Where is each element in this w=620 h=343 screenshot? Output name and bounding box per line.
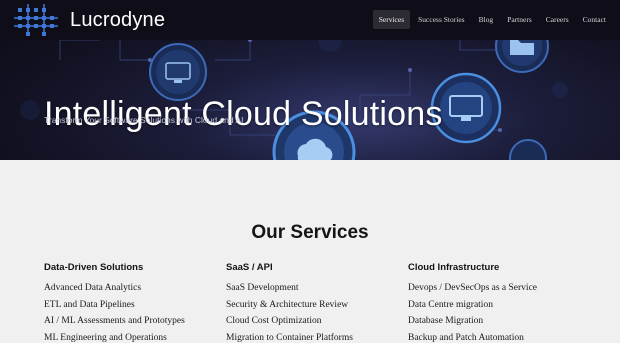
service-item[interactable]: Database Migration <box>408 313 588 330</box>
service-item[interactable]: Security & Architecture Review <box>226 297 406 314</box>
nav-item-contact[interactable]: Contact <box>577 10 612 29</box>
service-item[interactable]: ML Engineering and Operations <box>44 330 224 343</box>
nav-item-partners[interactable]: Partners <box>501 10 538 29</box>
service-item[interactable]: Migration to Container Platforms <box>226 330 406 343</box>
service-column-data: Data-Driven Solutions Advanced Data Anal… <box>44 262 224 343</box>
nav-item-services[interactable]: Services <box>372 10 411 29</box>
brand-name: Lucrodyne <box>70 8 166 31</box>
service-list: Advanced Data Analytics ETL and Data Pip… <box>44 280 224 343</box>
service-column-title: SaaS / API <box>226 262 273 273</box>
services-heading: Our Services <box>251 221 369 243</box>
service-column-saas: SaaS / API SaaS Development Security & A… <box>226 262 406 343</box>
brand-logo[interactable]: Lucrodyne <box>14 4 165 36</box>
nav-item-success-stories[interactable]: Success Stories <box>412 10 470 29</box>
main-nav: Services Success Stories Blog Partners C… <box>372 10 612 29</box>
service-column-cloud: Cloud Infrastructure Devops / DevSecOps … <box>408 262 588 343</box>
service-item[interactable]: ETL and Data Pipelines <box>44 297 224 314</box>
service-list: SaaS Development Security & Architecture… <box>226 280 406 343</box>
service-item[interactable]: Backup and Patch Automation <box>408 330 588 343</box>
service-list: Devops / DevSecOps as a Service Data Cen… <box>408 280 588 343</box>
service-item[interactable]: AI / ML Assessments and Prototypes <box>44 313 224 330</box>
service-item[interactable]: Data Centre migration <box>408 297 588 314</box>
nav-item-blog[interactable]: Blog <box>473 10 500 29</box>
service-column-title: Data-Driven Solutions <box>44 262 144 273</box>
service-item[interactable]: Devops / DevSecOps as a Service <box>408 280 588 297</box>
nav-item-careers[interactable]: Careers <box>540 10 575 29</box>
service-item[interactable]: SaaS Development <box>226 280 406 297</box>
top-navbar: Lucrodyne Services Success Stories Blog … <box>0 0 620 40</box>
monitor-icon <box>149 43 207 101</box>
service-column-title: Cloud Infrastructure <box>408 262 500 273</box>
service-item[interactable]: Advanced Data Analytics <box>44 280 224 297</box>
circuit-grid-icon <box>14 4 58 36</box>
service-item[interactable]: Cloud Cost Optimization <box>226 313 406 330</box>
gear-icon <box>509 139 547 160</box>
page: Intelligent Cloud Solutions Transform Yo… <box>0 0 620 343</box>
hero-subtitle: Transform Your Software Solutions with C… <box>44 115 244 125</box>
